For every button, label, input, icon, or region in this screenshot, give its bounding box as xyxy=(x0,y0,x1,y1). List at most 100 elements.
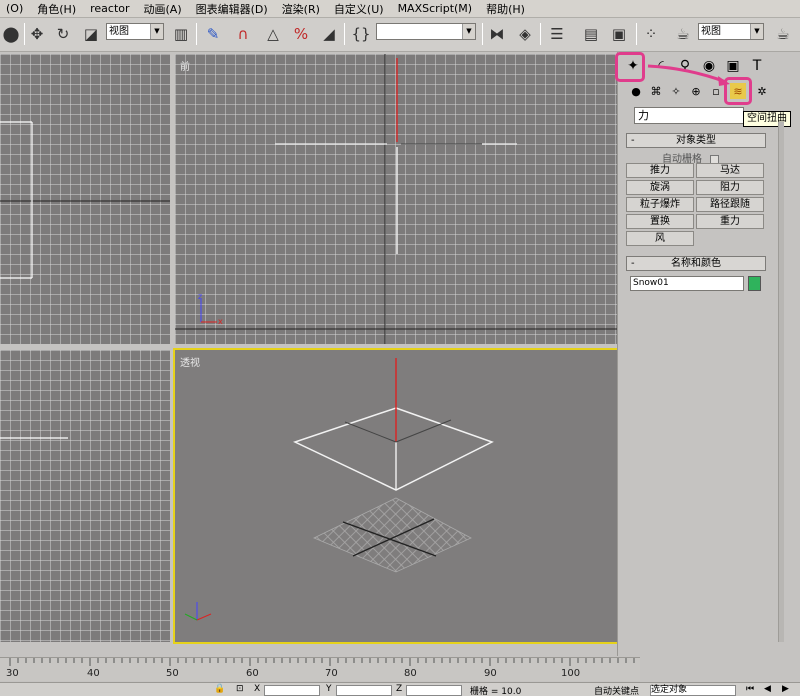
menu-item-graph-editors[interactable]: 图表编辑器(D) xyxy=(190,1,276,17)
lights-category-icon[interactable]: ✧ xyxy=(668,83,684,99)
viewport-top[interactable] xyxy=(0,54,170,344)
displace-button[interactable]: 置换 xyxy=(626,214,694,229)
toolbar-separator xyxy=(24,23,25,45)
snap-3d-icon[interactable]: ∩ xyxy=(232,22,254,46)
key-filter-combo[interactable]: 选定对象 xyxy=(650,685,736,696)
shapes-category-icon[interactable]: ⌘ xyxy=(648,83,664,99)
layer-manager-icon[interactable]: ☰ xyxy=(546,22,568,46)
schematic-view-icon[interactable]: ▣ xyxy=(608,22,630,46)
viewport-front[interactable]: 前 z x xyxy=(175,54,617,344)
x-label: X xyxy=(254,684,261,694)
geometry-category-icon[interactable]: ● xyxy=(628,83,644,99)
render-scene-icon[interactable]: ☕ xyxy=(672,22,694,46)
named-selection-combo[interactable]: ▼ xyxy=(376,23,476,40)
rollout-title: 名称和颜色 xyxy=(671,258,721,269)
lock-selection-icon[interactable]: 🔒 xyxy=(214,684,225,694)
systems-category-icon[interactable]: ✲ xyxy=(754,83,770,99)
rollout-title: 对象类型 xyxy=(676,135,716,146)
tick-label: 70 xyxy=(325,668,338,679)
toolbar-separator xyxy=(344,23,345,45)
path-follow-button[interactable]: 路径跟随 xyxy=(696,197,764,212)
timeline-ruler[interactable]: 30 40 50 60 70 80 90 100 xyxy=(0,657,640,681)
tick-label: 90 xyxy=(484,668,497,679)
x-coordinate-field[interactable] xyxy=(264,685,320,696)
z-coordinate-field[interactable] xyxy=(406,685,462,696)
rollout-object-type[interactable]: - 对象类型 xyxy=(626,133,766,148)
menu-item-animation[interactable]: 动画(A) xyxy=(138,1,190,17)
object-name-field[interactable]: Snow01 xyxy=(630,276,744,291)
viewport-left-scene xyxy=(0,437,68,439)
angle-snap-icon[interactable]: △ xyxy=(262,22,284,46)
spinner-snap-icon[interactable]: ◢ xyxy=(318,22,340,46)
svg-text:x: x xyxy=(218,317,223,326)
reference-coord-value: 视图 xyxy=(109,26,129,37)
menu-item-rendering[interactable]: 渲染(R) xyxy=(276,1,328,17)
subcategory-combo[interactable]: 力 xyxy=(634,107,744,124)
select-move-icon[interactable]: ✥ xyxy=(26,22,48,46)
toolbar-separator xyxy=(540,23,541,45)
viewport-left[interactable] xyxy=(0,350,170,642)
go-to-start-icon[interactable]: ⏮ xyxy=(746,684,754,694)
y-label: Y xyxy=(326,684,332,694)
render-view-value: 视图 xyxy=(701,26,721,37)
menu-item-customize[interactable]: 自定义(U) xyxy=(328,1,392,17)
menu-item-options[interactable]: (O) xyxy=(0,2,31,15)
viewport-top-scene xyxy=(0,121,170,279)
gravity-button[interactable]: 重力 xyxy=(696,214,764,229)
push-button[interactable]: 推力 xyxy=(626,163,694,178)
space-warps-highlight xyxy=(724,77,752,105)
auto-key-label[interactable]: 自动关键点 xyxy=(594,684,639,696)
tick-label: 100 xyxy=(561,668,581,679)
toolbar-separator xyxy=(482,23,483,45)
z-label: Z xyxy=(396,684,403,694)
menu-item-maxscript[interactable]: MAXScript(M) xyxy=(392,2,481,15)
drag-button[interactable]: 阻力 xyxy=(696,180,764,195)
tick-label: 50 xyxy=(166,668,179,679)
tick-label: 40 xyxy=(87,668,100,679)
vortex-button[interactable]: 旋涡 xyxy=(626,180,694,195)
viewport-perspective-scene xyxy=(184,358,494,621)
select-rotate-icon[interactable]: ↻ xyxy=(52,22,74,46)
grid-size-text: 栅格 = 10.0 xyxy=(470,687,522,696)
tick-label: 30 xyxy=(6,668,19,679)
pbomb-button[interactable]: 粒子爆炸 xyxy=(626,197,694,212)
render-view-combo[interactable]: 视图 ▼ xyxy=(698,23,764,40)
quick-render-icon[interactable]: ☕ xyxy=(772,22,794,46)
viewport-perspective[interactable]: 透视 xyxy=(173,348,619,644)
wind-button[interactable]: 风 xyxy=(626,231,694,246)
material-editor-icon[interactable]: ⁘ xyxy=(640,22,662,46)
manipulate-icon[interactable]: ✎ xyxy=(202,22,224,46)
menu-item-reactor[interactable]: reactor xyxy=(84,2,137,15)
align-icon[interactable]: ◈ xyxy=(514,22,536,46)
curve-editor-icon[interactable]: ▤ xyxy=(580,22,602,46)
play-icon[interactable]: ▶ xyxy=(782,684,789,694)
mirror-icon[interactable]: ⧓ xyxy=(486,22,508,46)
status-bar: 🔒 ⊡ X Y Z 栅格 = 10.0 自动关键点 选定对象 ⏮ ◀ ▶ xyxy=(0,682,800,696)
chevron-down-icon: ▼ xyxy=(462,24,475,39)
menu-item-help[interactable]: 帮助(H) xyxy=(480,1,533,17)
max-window: (O) 角色(H) reactor 动画(A) 图表编辑器(D) 渲染(R) 自… xyxy=(0,0,800,696)
absolute-mode-icon[interactable]: ⊡ xyxy=(236,684,244,694)
reference-coord-combo[interactable]: 视图 ▼ xyxy=(106,23,164,40)
select-region-icon[interactable]: ⬤ xyxy=(0,22,22,46)
menu-item-character[interactable]: 角色(H) xyxy=(31,1,84,17)
cameras-category-icon[interactable]: ⊕ xyxy=(688,83,704,99)
rollout-name-color[interactable]: - 名称和颜色 xyxy=(626,256,766,271)
pivot-center-icon[interactable]: ▥ xyxy=(170,22,192,46)
previous-frame-icon[interactable]: ◀ xyxy=(764,684,771,694)
motor-button[interactable]: 马达 xyxy=(696,163,764,178)
chevron-down-icon: ▼ xyxy=(150,24,163,39)
object-color-swatch[interactable] xyxy=(748,276,761,291)
menu-bar: (O) 角色(H) reactor 动画(A) 图表编辑器(D) 渲染(R) 自… xyxy=(0,0,800,18)
panel-scrollbar[interactable] xyxy=(778,122,784,642)
command-panel: ✦ ◜ ⚲ ◉ ▣ T ● ⌘ ✧ ⊕ ▫ ≋ ✲ 力 空间扭曲 - 对象类型 … xyxy=(615,52,800,656)
y-coordinate-field[interactable] xyxy=(336,685,392,696)
svg-text:z: z xyxy=(198,292,202,301)
percent-snap-icon[interactable]: % xyxy=(290,22,312,46)
main-toolbar: ⬤ ✥ ↻ ◪ 视图 ▼ ▥ ✎ ∩ △ % ◢ {} ▼ ⧓ ◈ ☰ ▤ ▣ … xyxy=(0,18,800,52)
tick-label: 60 xyxy=(246,668,259,679)
select-scale-icon[interactable]: ◪ xyxy=(80,22,102,46)
helpers-category-icon[interactable]: ▫ xyxy=(708,83,724,99)
toolbar-separator xyxy=(636,23,637,45)
edit-named-selection-icon[interactable]: {} xyxy=(350,22,372,46)
